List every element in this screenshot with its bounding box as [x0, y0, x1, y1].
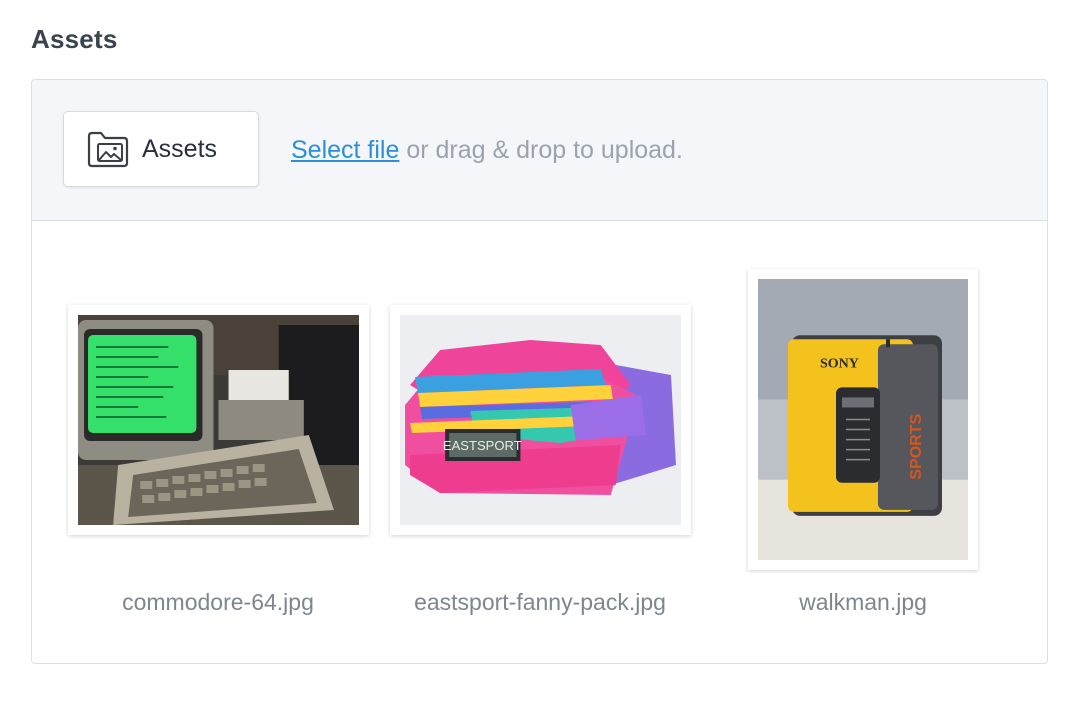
asset-filename: eastsport-fanny-pack.jpg: [414, 589, 666, 615]
assets-button-label: Assets: [142, 134, 218, 163]
asset-filename: walkman.jpg: [799, 589, 927, 615]
asset-thumbnail-commodore-64[interactable]: [68, 305, 369, 535]
asset-thumbnail-walkman[interactable]: SONY SPORTS: [748, 269, 978, 570]
upload-hint: or drag & drop to upload.: [399, 136, 683, 164]
asset-thumbnail-eastsport-fanny-pack[interactable]: EASTSPORT: [390, 305, 691, 535]
svg-text:SPORTS: SPORTS: [907, 413, 925, 479]
svg-text:SONY: SONY: [820, 356, 859, 371]
svg-text:EASTSPORT: EASTSPORT: [443, 438, 522, 453]
walkman-image: SONY SPORTS: [758, 279, 968, 560]
upload-instructions: Select file or drag & drop to upload.: [291, 136, 683, 165]
asset-filename: commodore-64.jpg: [122, 589, 314, 615]
select-file-link[interactable]: Select file: [291, 136, 399, 164]
eastsport-fanny-pack-image: EASTSPORT: [400, 315, 681, 525]
section-title: Assets: [31, 24, 118, 54]
commodore-64-image: [78, 315, 359, 525]
assets-button[interactable]: Assets: [63, 111, 259, 187]
folder-image-icon: [87, 131, 129, 168]
upload-dropzone[interactable]: Assets Select file or drag & drop to upl…: [32, 80, 1047, 221]
assets-panel: Assets Select file or drag & drop to upl…: [31, 79, 1048, 664]
asset-grid: commodore-64.jpg EASTSPORT eastsport-fan…: [32, 221, 1047, 663]
